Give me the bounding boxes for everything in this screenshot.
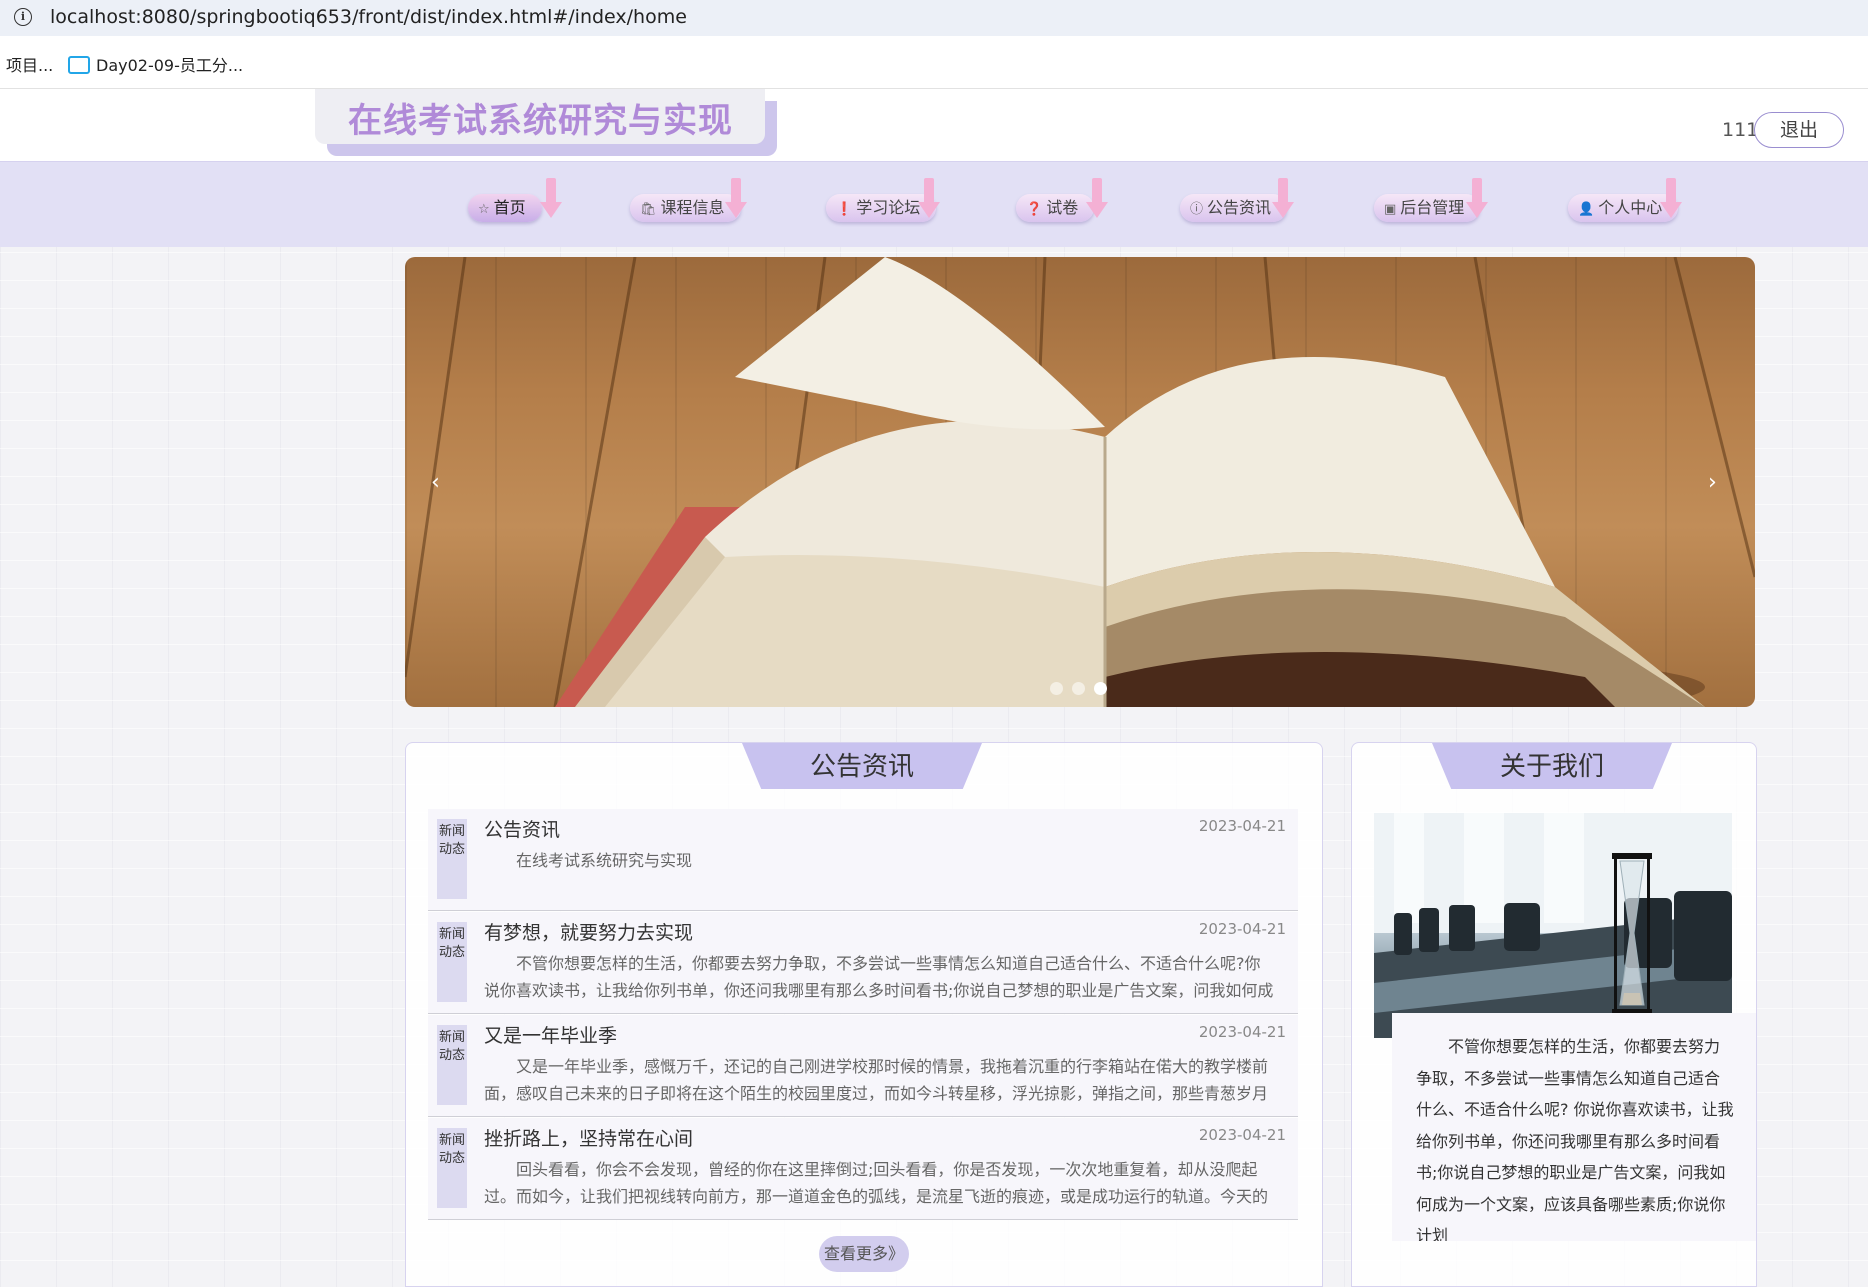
list-item[interactable]: 新闻动态 又是一年毕业季 2023-04-21 又是一年毕业季，感慨万千，还记的… [428, 1015, 1298, 1117]
news-list: 新闻动态 公告资讯 2023-04-21 在线考试系统研究与实现 新闻动态 有梦… [428, 809, 1298, 1221]
site-header: 在线考试系统研究与实现 111 退出 [0, 89, 1868, 161]
arrow-down-icon [1272, 178, 1294, 220]
news-panel-title: 公告资讯 [742, 743, 982, 789]
admin-icon: ▣ [1384, 202, 1397, 217]
user-name: 111 [1722, 119, 1759, 141]
nav-item-admin[interactable]: ▣ 后台管理 [1374, 194, 1481, 222]
nav-label: 公告资讯 [1207, 198, 1272, 217]
news-date: 2023-04-21 [1198, 1126, 1286, 1144]
news-tag: 新闻动态 [437, 819, 467, 899]
arrow-down-icon [1086, 178, 1108, 220]
list-item[interactable]: 新闻动态 有梦想，就要努力去实现 2023-04-21 不管你想要怎样的生活，你… [428, 912, 1298, 1014]
nav-item-exam[interactable]: ❓ 试卷 [1016, 194, 1095, 222]
arrow-down-icon [918, 178, 940, 220]
list-item[interactable]: 新闻动态 公告资讯 2023-04-21 在线考试系统研究与实现 [428, 809, 1298, 911]
arrow-down-icon [1466, 178, 1488, 220]
about-panel-title: 关于我们 [1432, 743, 1672, 789]
news-date: 2023-04-21 [1198, 920, 1286, 938]
bookmark-item[interactable]: Day02-09-员工分... [68, 52, 243, 76]
news-date: 2023-04-21 [1198, 1023, 1286, 1041]
arrow-down-icon [540, 178, 562, 220]
list-item[interactable]: 新闻动态 挫折路上，坚持常在心间 2023-04-21 回头看看，你会不会发现，… [428, 1118, 1298, 1220]
carousel-indicators [1050, 680, 1116, 699]
news-tag: 新闻动态 [437, 1128, 467, 1208]
news-panel: 公告资讯 新闻动态 公告资讯 2023-04-21 在线考试系统研究与实现 新闻… [405, 742, 1323, 1287]
site-info-icon[interactable]: i [14, 8, 32, 26]
nav-item-home[interactable]: ☆ 首页 [468, 194, 542, 222]
news-desc: 在线考试系统研究与实现 [516, 851, 693, 870]
view-more-button[interactable]: 查看更多》 [819, 1236, 909, 1272]
news-desc: 又是一年毕业季，感慨万千，还记的自己刚进学校那时候的情景，我拖着沉重的行李箱站在… [484, 1057, 1269, 1103]
news-title[interactable]: 挫折路上，坚持常在心间 [484, 1124, 693, 1151]
nav-label: 学习论坛 [856, 198, 921, 217]
bag-icon: 🛍 [640, 202, 657, 217]
nav-label: 个人中心 [1598, 198, 1663, 217]
news-date: 2023-04-21 [1198, 817, 1286, 835]
carousel-dot[interactable] [1050, 682, 1063, 695]
news-desc: 不管你想要怎样的生活，你都要去努力争取，不多尝试一些事情怎么知道自己适合什么、不… [484, 954, 1274, 1000]
site-title: 在线考试系统研究与实现 [348, 101, 733, 141]
info-icon: ⓘ [1190, 202, 1204, 217]
star-icon: ☆ [478, 202, 490, 217]
about-panel: 关于我们 不管你想要怎样的生活，你都要去努力争取，不多尝试一些事情怎么知道自己适… [1351, 742, 1757, 1287]
logout-button[interactable]: 退出 [1754, 112, 1844, 148]
nav-label: 试卷 [1046, 198, 1079, 217]
carousel-dot[interactable] [1072, 682, 1085, 695]
carousel-dot-active[interactable] [1094, 682, 1107, 695]
nav-item-notice[interactable]: ⓘ 公告资讯 [1180, 194, 1288, 222]
bookmark-item[interactable]: 项目... [6, 52, 53, 76]
news-desc: 回头看看，你会不会发现，曾经的你在这里摔倒过;回头看看，你是否发现，一次次地重复… [484, 1160, 1269, 1206]
about-image [1374, 813, 1732, 1038]
bookmarks-bar: 项目... Day02-09-员工分... [0, 36, 1868, 89]
nav-label: 后台管理 [1400, 198, 1465, 217]
nav-item-courses[interactable]: 🛍 课程信息 [630, 194, 741, 222]
about-text: 不管你想要怎样的生活，你都要去努力争取，不多尝试一些事情怎么知道自己适合什么、不… [1392, 1013, 1756, 1241]
news-title[interactable]: 公告资讯 [484, 815, 560, 842]
nav-label: 课程信息 [660, 198, 725, 217]
news-title[interactable]: 有梦想，就要努力去实现 [484, 918, 693, 945]
bilibili-icon [68, 56, 90, 74]
alert-icon: ❗ [836, 202, 853, 217]
news-title[interactable]: 又是一年毕业季 [484, 1021, 617, 1048]
banner-image [405, 257, 1755, 707]
banner-carousel[interactable]: ‹ › [405, 257, 1755, 707]
main-nav: ☆ 首页 🛍 课程信息 ❗ 学习论坛 ❓ 试卷 ⓘ 公告资讯 ▣ 后台管理 👤 个人中心 [0, 161, 1868, 247]
arrow-down-icon [1660, 178, 1682, 220]
news-tag: 新闻动态 [437, 1025, 467, 1105]
carousel-next-button[interactable]: › [1708, 470, 1717, 495]
nav-label: 首页 [493, 198, 526, 217]
url-text[interactable]: localhost:8080/springbootiq653/front/dis… [50, 6, 687, 28]
arrow-down-icon [725, 178, 747, 220]
help-icon: ❓ [1026, 202, 1043, 217]
news-tag: 新闻动态 [437, 922, 467, 1002]
user-icon: 👤 [1578, 202, 1595, 217]
address-bar[interactable]: i localhost:8080/springbootiq653/front/d… [0, 0, 1868, 36]
bookmark-label: Day02-09-员工分... [96, 56, 244, 75]
carousel-prev-button[interactable]: ‹ [431, 470, 440, 495]
